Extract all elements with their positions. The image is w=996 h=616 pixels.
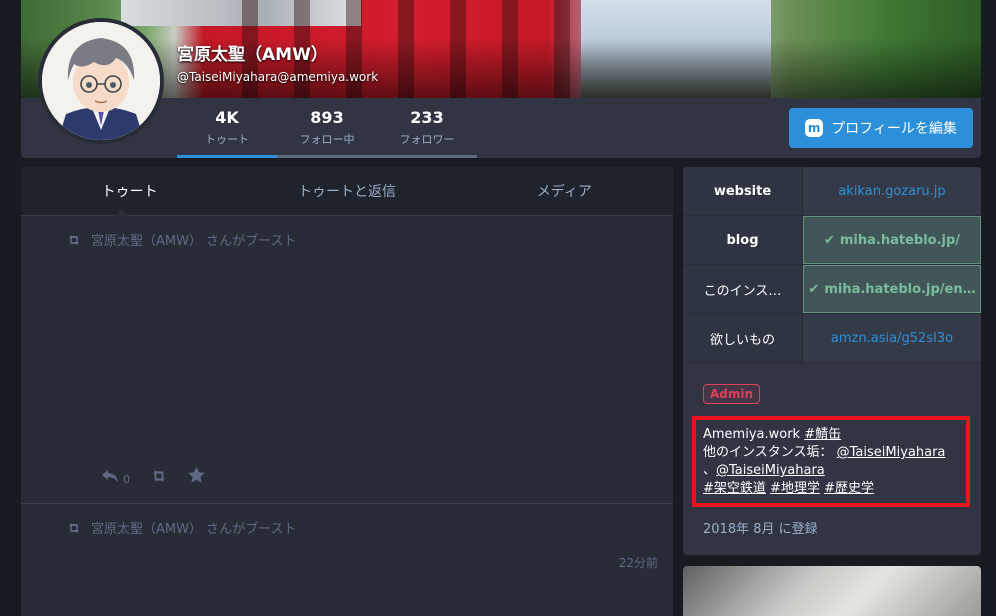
stat-followers-count: 233 [410,108,444,127]
status-item[interactable]: 宮原太聖（AMW） さんがブースト 22分前 [21,504,673,614]
field-key: blog [683,216,803,264]
account-handle: @TaiseiMiyahara@amemiya.work [177,70,379,84]
stat-toots[interactable]: 4K トゥート [177,98,277,158]
hashtag-link[interactable]: #地理学 [770,481,820,496]
active-tab-indicator [113,208,129,216]
boost-prepend: 宮原太聖（AMW） さんがブースト [67,518,296,537]
field-key: このインス… [683,265,803,313]
tab-toots[interactable]: トゥート [21,167,238,215]
timeline-column: トゥート トゥートと返信 メディア 宮原太聖（AMW） さんがブースト 0 宮原… [21,167,673,616]
check-icon: ✔ [808,281,820,297]
field-value-verified-link[interactable]: ✔ miha.hateblo.jp/en… [803,265,981,313]
mention-link[interactable]: @TaiseiMiyahara [716,463,825,478]
profile-field: website akikan.gozaru.jp [683,167,981,216]
profile-field: このインス… ✔ miha.hateblo.jp/en… [683,265,981,314]
field-value-link[interactable]: amzn.asia/g52sI3o [803,314,981,362]
profile-field: blog ✔ miha.hateblo.jp/ [683,216,981,265]
avatar[interactable] [38,18,164,144]
edit-profile-button[interactable]: m プロフィールを編集 [789,108,973,148]
reply-count: 0 [123,472,130,486]
timeline-tabs: トゥート トゥートと返信 メディア [21,167,673,216]
tab-media[interactable]: メディア [456,167,673,215]
profile-stats: 4K トゥート 893 フォロー中 233 フォロワー [177,98,477,158]
field-value-text: miha.hateblo.jp/ [839,232,961,248]
status-timestamp[interactable]: 22分前 [619,554,658,571]
boost-prepend: 宮原太聖（AMW） さんがブースト [67,230,296,249]
boost-icon [69,234,79,245]
bio-text: 、 [703,463,717,478]
display-name: 宮原太聖（AMW） [177,45,328,65]
stat-following-count: 893 [310,108,344,127]
check-icon: ✔ [823,232,835,248]
boost-icon [153,469,165,482]
stat-followers[interactable]: 233 フォロワー [377,98,477,158]
profile-sidebar: website akikan.gozaru.jp blog ✔ miha.hate… [683,167,981,555]
profile-bio: Amemiya.work #鯖缶 他のインスタンス垢： @TaiseiMiyah… [692,416,970,507]
star-icon [188,467,205,483]
stat-toots-count: 4K [215,108,239,127]
status-item[interactable]: 宮原太聖（AMW） さんがブースト 0 [21,216,673,504]
boost-prepend-text: 宮原太聖（AMW） さんがブースト [91,522,297,537]
field-value-verified-link[interactable]: ✔ miha.hateblo.jp/ [803,216,981,264]
hashtag-link[interactable]: #架空鉄道 [703,481,766,496]
admin-badge: Admin [703,384,761,404]
profile-field: 欲しいもの amzn.asia/g52sI3o [683,314,981,363]
hashtag-link[interactable]: #鯖缶 [804,427,841,442]
bio-text: 他のインスタンス垢： [703,445,833,460]
favourite-button[interactable] [188,467,205,487]
bio-text: Amemiya.work [703,427,805,442]
edit-profile-label: プロフィールを編集 [831,121,957,137]
mastodon-icon: m [805,119,824,137]
stat-following-label: フォロー中 [299,133,355,146]
stat-followers-label: フォロワー [399,133,455,146]
mention-link[interactable]: @TaiseiMiyahara [837,445,946,460]
field-value-link[interactable]: akikan.gozaru.jp [803,167,981,215]
header-banner-image [21,0,981,98]
reply-button[interactable]: 0 [101,468,130,487]
status-action-bar: 0 [101,467,205,487]
boost-prepend-text: 宮原太聖（AMW） さんがブースト [91,234,297,249]
field-value-text: miha.hateblo.jp/en… [824,281,976,297]
joined-date: 2018年 8月 に登録 [703,522,818,537]
boost-button[interactable] [150,468,168,487]
stat-following[interactable]: 893 フォロー中 [277,98,377,158]
stat-toots-label: トゥート [205,133,249,146]
tab-toots-and-replies[interactable]: トゥートと返信 [238,167,455,215]
hashtag-link[interactable]: #歴史学 [824,481,874,496]
profile-header: 宮原太聖（AMW） @TaiseiMiyahara@amemiya.work 4… [21,0,981,158]
reply-icon [102,469,118,482]
field-key: 欲しいもの [683,314,803,362]
media-card-image[interactable] [683,566,981,616]
field-key: website [683,167,803,215]
boost-icon [69,522,79,533]
